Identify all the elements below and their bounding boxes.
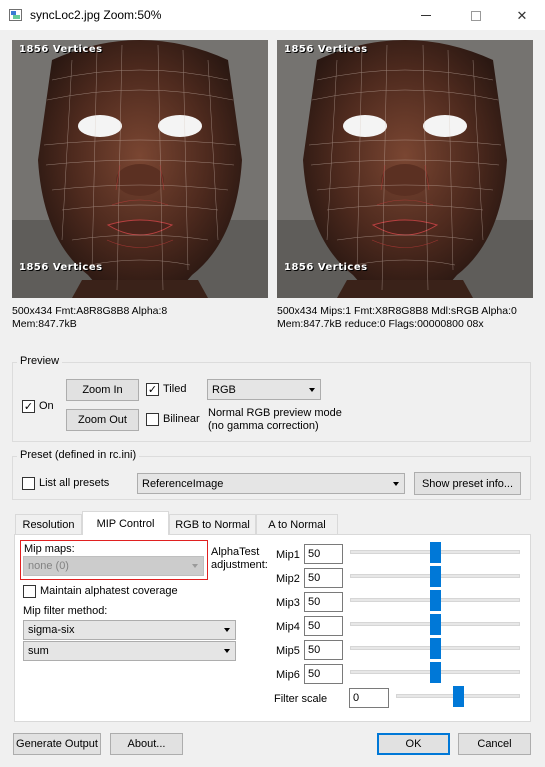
mip-filter-method-select[interactable]: sigma-six [23,620,236,640]
converted-preview-image[interactable]: 1856 Vertices 1856 Vertices [277,40,533,298]
mip6-input[interactable]: 50 [304,664,343,684]
list-all-presets-checkbox[interactable] [22,477,35,490]
tab-mip-control[interactable]: MIP Control [82,511,169,535]
alphatest-label-continued: adjustment: [211,559,268,571]
preview-group-title: Preview [17,355,63,367]
chevron-down-icon [224,649,230,653]
preview-on-checkbox[interactable]: ✓ [22,400,35,413]
vertex-count-label: 1856 Vertices [284,262,368,273]
filter-scale-input[interactable]: 0 [349,688,389,708]
tiled-checkbox[interactable]: ✓ [146,383,159,396]
mip4-label: Mip4 [276,621,300,633]
mip3-slider-thumb[interactable] [430,590,441,611]
mip5-label: Mip5 [276,645,300,657]
checkmark-icon: ✓ [23,400,34,413]
checkmark-icon: ✓ [147,383,158,396]
mip-maps-label: Mip maps: [24,543,75,555]
face-mesh-graphic [277,40,533,298]
mip-maps-select[interactable]: none (0) [23,556,204,576]
list-all-presets-label: List all presets [39,477,110,489]
vertex-count-label: 1856 Vertices [284,44,368,55]
preview-mode-select[interactable]: RGB [207,379,321,400]
vertex-count-label: 1856 Vertices [19,44,103,55]
close-icon: ✕ [516,7,528,23]
mip-filter-combine-select[interactable]: sum [23,641,236,661]
show-preset-info-button[interactable]: Show preset info... [414,472,521,495]
mip4-input[interactable]: 50 [304,616,343,636]
chevron-down-icon [393,481,399,486]
minimize-button[interactable] [403,0,449,31]
original-preview-image[interactable]: 1856 Vertices 1856 Vertices [12,40,268,298]
maximize-icon [471,10,481,21]
about-button[interactable]: About... [110,733,183,755]
mip5-input[interactable]: 50 [304,640,343,660]
minimize-icon [421,15,431,16]
mip4-slider-thumb[interactable] [430,614,441,635]
converted-mem-line: Mem:847.7kB reduce:0 Flags:00000800 08x [277,318,484,330]
mip3-label: Mip3 [276,597,300,609]
maintain-alphatest-label: Maintain alphatest coverage [40,585,178,597]
mip-maps-value: none (0) [28,560,69,572]
preview-mode-description-note: (no gamma correction) [208,420,319,432]
mip-filter-method-label: Mip filter method: [23,605,108,617]
tiled-label: Tiled [163,383,187,395]
vertex-count-label: 1856 Vertices [19,262,103,273]
tab-rgb-to-normal[interactable]: RGB to Normal [169,514,256,534]
converted-info-line: 500x434 Mips:1 Fmt:X8R8G8B8 Mdl:sRGB Alp… [277,305,517,317]
bilinear-checkbox[interactable] [146,413,159,426]
preview-mode-value: RGB [212,383,236,396]
cancel-button[interactable]: Cancel [458,733,531,755]
close-button[interactable]: ✕ [499,0,545,31]
window-title: syncLoc2.jpg Zoom:50% [30,8,162,22]
bilinear-label: Bilinear [163,413,200,425]
mip-filter-method-value: sigma-six [28,624,75,636]
alphatest-label: AlphaTest [211,546,260,558]
maintain-alphatest-checkbox[interactable] [23,585,36,598]
mip2-label: Mip2 [276,573,300,585]
mip6-slider-thumb[interactable] [430,662,441,683]
mip3-input[interactable]: 50 [304,592,343,612]
filter-scale-label: Filter scale [274,693,328,705]
mip1-label: Mip1 [276,549,300,561]
tab-resolution[interactable]: Resolution [15,514,82,534]
ok-button[interactable]: OK [377,733,450,755]
mip5-slider-thumb[interactable] [430,638,441,659]
mip-filter-combine-value: sum [28,645,49,657]
preset-value: ReferenceImage [142,477,224,490]
preset-group-title: Preset (defined in rc.ini) [17,449,140,461]
mip1-input[interactable]: 50 [304,544,343,564]
original-info-line: 500x434 Fmt:A8R8G8B8 Alpha:8 [12,305,168,317]
chevron-down-icon [224,628,230,632]
mip6-label: Mip6 [276,669,300,681]
tab-a-to-normal[interactable]: A to Normal [256,514,338,534]
preview-on-label: On [39,400,54,412]
mip2-slider-thumb[interactable] [430,566,441,587]
mip1-slider-thumb[interactable] [430,542,441,563]
generate-output-button[interactable]: Generate Output [13,733,101,755]
chevron-down-icon [192,564,198,568]
zoom-out-button[interactable]: Zoom Out [66,409,139,431]
app-icon [9,9,22,21]
filter-scale-slider-thumb[interactable] [453,686,464,707]
original-mem-line: Mem:847.7kB [12,318,77,330]
maximize-button[interactable] [453,0,499,31]
preview-mode-description: Normal RGB preview mode [208,407,342,419]
mip2-input[interactable]: 50 [304,568,343,588]
preset-select[interactable]: ReferenceImage [137,473,405,494]
zoom-in-button[interactable]: Zoom In [66,379,139,401]
face-mesh-graphic [12,40,268,298]
chevron-down-icon [309,387,315,392]
